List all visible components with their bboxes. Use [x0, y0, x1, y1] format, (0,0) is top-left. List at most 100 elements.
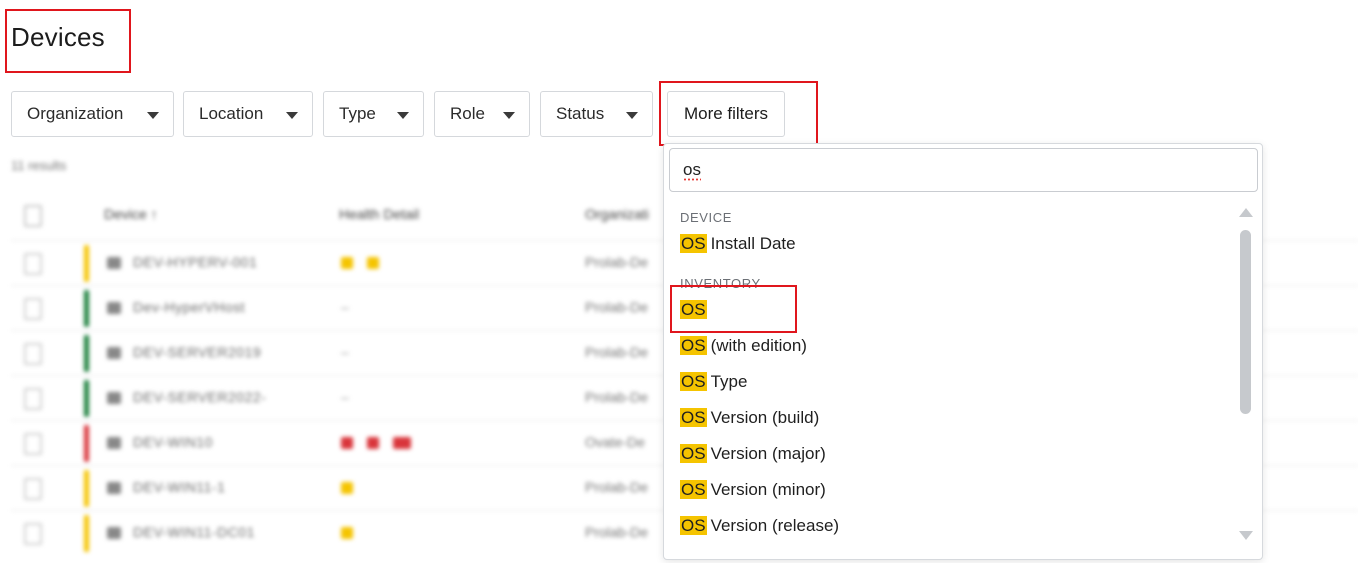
- match-highlight: OS: [680, 336, 707, 355]
- filter-option-os-with-edition[interactable]: OS (with edition): [680, 332, 807, 360]
- row-checkbox[interactable]: [24, 343, 42, 365]
- device-icon: [107, 347, 121, 359]
- health-detail: –: [341, 299, 349, 315]
- status-stripe: [84, 245, 89, 282]
- status-stripe: [84, 335, 89, 372]
- organization-cell: Prolab-De: [585, 389, 649, 405]
- device-icon: [107, 392, 121, 404]
- scroll-down-arrow-icon[interactable]: [1239, 531, 1253, 540]
- select-all-checkbox[interactable]: [24, 205, 42, 227]
- row-checkbox[interactable]: [24, 298, 42, 320]
- device-name[interactable]: DEV-HYPERV-001: [133, 254, 257, 270]
- device-icon: [107, 527, 121, 539]
- row-checkbox[interactable]: [24, 523, 42, 545]
- health-detail: [341, 434, 425, 450]
- more-filters-label: More filters: [683, 104, 769, 123]
- more-filters-dropdown: DEVICE OSInstall Date INVENTORY OS OS(wi…: [663, 143, 1263, 560]
- role-filter-label: Role: [450, 104, 485, 123]
- device-name[interactable]: DEV-WIN11-1: [133, 479, 225, 495]
- section-heading-inventory: INVENTORY: [680, 276, 761, 291]
- spellcheck-underline: [683, 178, 701, 181]
- status-stripe: [84, 290, 89, 327]
- caret-down-icon: [397, 112, 409, 119]
- organization-cell: Prolab-De: [585, 299, 649, 315]
- row-checkbox[interactable]: [24, 388, 42, 410]
- health-detail: –: [341, 344, 349, 360]
- filter-option-os-version-major[interactable]: OS Version (major): [680, 440, 826, 468]
- status-filter-button[interactable]: Status: [540, 91, 653, 137]
- role-filter-button[interactable]: Role: [434, 91, 530, 137]
- page-title: Devices: [11, 22, 105, 52]
- scrollbar-thumb[interactable]: [1240, 230, 1251, 414]
- row-checkbox[interactable]: [24, 478, 42, 500]
- status-stripe: [84, 515, 89, 552]
- warning-icon: [341, 482, 353, 495]
- option-label: (with edition): [710, 336, 807, 355]
- match-highlight: OS: [680, 234, 707, 253]
- column-header-health[interactable]: Health Detail: [339, 206, 419, 222]
- organization-cell: Ovate-De: [585, 434, 645, 450]
- device-name[interactable]: Dev-HyperVHost: [133, 299, 245, 315]
- organization-cell: Prolab-De: [585, 524, 649, 540]
- status-filter-label: Status: [556, 104, 605, 123]
- error-icon: [341, 437, 353, 450]
- device-icon: [107, 302, 121, 314]
- filter-option-os-install-date[interactable]: OS Install Date: [680, 230, 796, 258]
- status-stripe: [84, 425, 89, 462]
- filter-option-os-type[interactable]: OS Type: [680, 368, 747, 396]
- option-label: Version (major): [710, 444, 826, 463]
- option-label: Install Date: [710, 234, 796, 253]
- health-detail: –: [341, 389, 349, 405]
- type-filter-label: Type: [339, 104, 376, 123]
- option-label: Type: [710, 372, 748, 391]
- section-heading-device: DEVICE: [680, 210, 733, 225]
- caret-down-icon: [503, 112, 515, 119]
- option-label: Version (minor): [710, 480, 826, 499]
- status-stripe: [84, 470, 89, 507]
- organization-cell: Prolab-De: [585, 344, 649, 360]
- alert-icon: [367, 257, 379, 270]
- device-icon: [107, 482, 121, 494]
- organization-cell: Prolab-De: [585, 479, 649, 495]
- match-highlight: OS: [680, 444, 707, 463]
- device-icon: [107, 437, 121, 449]
- device-icon: [107, 257, 121, 269]
- location-filter-button[interactable]: Location: [183, 91, 313, 137]
- row-checkbox[interactable]: [24, 433, 42, 455]
- device-name[interactable]: DEV-WIN10: [133, 434, 213, 450]
- health-detail: [341, 254, 393, 270]
- device-name[interactable]: DEV-SERVER2022-: [133, 389, 266, 405]
- filter-search-input[interactable]: [669, 148, 1258, 192]
- type-filter-button[interactable]: Type: [323, 91, 424, 137]
- filter-option-os-version-minor[interactable]: OS Version (minor): [680, 476, 826, 504]
- column-header-organization[interactable]: Organizati: [585, 206, 649, 222]
- results-count: 11 results: [11, 158, 67, 173]
- row-checkbox[interactable]: [24, 253, 42, 275]
- filter-option-os-version-build[interactable]: OS Version (build): [680, 404, 819, 432]
- match-highlight: OS: [680, 300, 707, 319]
- option-label: Version (build): [710, 408, 820, 427]
- option-label: Version (release): [710, 516, 840, 535]
- caret-down-icon: [286, 112, 298, 119]
- match-highlight: OS: [680, 408, 707, 427]
- filter-option-os-version-release[interactable]: OS Version (release): [680, 512, 839, 540]
- dropdown-scrollbar[interactable]: [1239, 208, 1253, 540]
- organization-filter-button[interactable]: Organization: [11, 91, 174, 137]
- caret-down-icon: [147, 112, 159, 119]
- location-filter-label: Location: [199, 104, 264, 123]
- warning-icon: [341, 257, 353, 270]
- health-detail: [341, 524, 367, 540]
- warning-icon: [341, 527, 353, 540]
- error-icon: [393, 437, 411, 450]
- scroll-up-arrow-icon[interactable]: [1239, 208, 1253, 217]
- device-name[interactable]: DEV-SERVER2019: [133, 344, 261, 360]
- organization-filter-label: Organization: [27, 104, 124, 123]
- column-header-device[interactable]: Device ↑: [104, 206, 158, 222]
- match-highlight: OS: [680, 372, 707, 391]
- status-stripe: [84, 380, 89, 417]
- organization-cell: Prolab-De: [585, 254, 649, 270]
- error-icon: [367, 437, 379, 450]
- filter-option-os[interactable]: OS: [680, 296, 711, 324]
- more-filters-button[interactable]: More filters: [667, 91, 785, 137]
- device-name[interactable]: DEV-WIN11-DC01: [133, 524, 255, 540]
